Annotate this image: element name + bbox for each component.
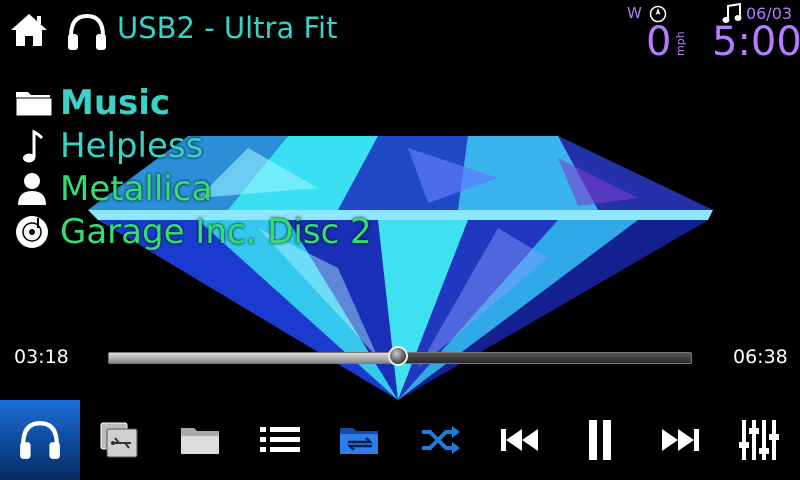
album-title: Garage Inc. Disc 2 (60, 212, 372, 252)
progress-bar[interactable] (108, 346, 692, 366)
category-label: Music (60, 83, 171, 123)
album-disc-icon (16, 216, 48, 248)
home-button[interactable] (10, 12, 48, 48)
shuffle-button[interactable] (400, 400, 480, 480)
artist-icon (18, 173, 46, 205)
next-icon (662, 429, 699, 451)
usb-source-button[interactable] (80, 400, 160, 480)
headphones-icon (20, 421, 60, 459)
track-row: Helpless (14, 126, 203, 166)
album-row: Garage Inc. Disc 2 (14, 212, 372, 252)
elapsed-time: 03:18 (14, 346, 69, 368)
repeat-folder-icon (340, 428, 378, 454)
source-title: USB2 - Ultra Fit (117, 11, 338, 45)
progress-knob[interactable] (388, 346, 409, 366)
browse-folder-button[interactable] (160, 400, 240, 480)
previous-track-button[interactable] (480, 400, 560, 480)
folder-icon (15, 92, 53, 117)
bottom-control-bar (0, 400, 800, 480)
now-playing-button[interactable] (0, 400, 80, 480)
previous-icon (501, 429, 538, 451)
shuffle-icon (422, 426, 460, 454)
repeat-folder-button[interactable] (320, 400, 400, 480)
list-button[interactable] (240, 400, 320, 480)
next-track-button[interactable] (640, 400, 720, 480)
compass-direction: W (627, 4, 642, 22)
equalizer-icon (739, 420, 779, 460)
equalizer-button[interactable] (720, 400, 800, 480)
track-title: Helpless (60, 126, 204, 166)
progress-fill (109, 353, 399, 363)
list-icon (260, 427, 300, 452)
clock-display: 5:00 (712, 19, 800, 65)
category-row[interactable]: Music (14, 83, 170, 123)
total-time: 06:38 (733, 346, 788, 368)
pause-button[interactable] (560, 400, 640, 480)
music-note-icon (23, 129, 44, 163)
artist-name: Metallica (60, 169, 213, 209)
pause-icon (589, 420, 611, 460)
usb-icon (100, 422, 138, 458)
artist-row: Metallica (14, 169, 212, 209)
headphones-icon (68, 13, 106, 50)
speed-unit: mph (674, 31, 687, 56)
folder-icon (181, 428, 219, 454)
speed-value: 0 (646, 19, 672, 65)
